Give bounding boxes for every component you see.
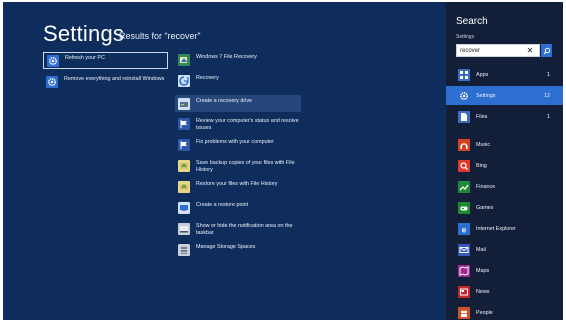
news-icon: [458, 285, 470, 298]
file-history-icon: [178, 181, 190, 193]
result-recovery[interactable]: Recovery: [178, 75, 298, 89]
result-manage-storage-spaces[interactable]: Manage Storage Spaces: [178, 244, 300, 258]
action-center-flag-icon: [178, 139, 190, 151]
taskbar-icon: [178, 223, 190, 235]
finance-icon: [458, 180, 470, 193]
result-label: Review your computer's status and resolv…: [196, 118, 299, 131]
scope-label: News: [476, 288, 490, 295]
scope-label: People: [476, 309, 493, 316]
screen: Settings Results for “recover” Refresh y…: [3, 2, 563, 320]
result-label: Refresh your PC: [65, 55, 105, 61]
scope-bing[interactable]: Bing: [446, 156, 563, 175]
scope-label: Files: [476, 113, 488, 120]
result-label: Create a recovery drive: [196, 98, 253, 104]
bing-icon: [458, 159, 470, 172]
result-label: Manage Storage Spaces: [196, 244, 256, 250]
recovery-drive-icon: [178, 98, 190, 110]
result-notification-area[interactable]: Show or hide the notification area on th…: [178, 223, 302, 241]
result-label: Remove everything and reinstall Windows: [64, 76, 165, 82]
scope-news[interactable]: News: [446, 282, 563, 301]
scope-label: Finance: [476, 183, 496, 190]
file-recovery-icon: [178, 54, 190, 66]
result-refresh-pc[interactable]: Refresh your PC: [43, 52, 168, 69]
result-label: Windows 7 File Recovery: [196, 54, 257, 60]
scope-games[interactable]: Games: [446, 198, 563, 217]
result-windows7-file-recovery[interactable]: Windows 7 File Recovery: [178, 54, 298, 68]
search-button[interactable]: [541, 44, 552, 57]
music-icon: [458, 138, 470, 151]
search-results-area: Settings Results for “recover” Refresh y…: [3, 2, 443, 320]
search-pane-title: Search: [456, 16, 488, 27]
files-icon: [458, 110, 470, 123]
result-fix-problems[interactable]: Fix problems with your computer: [178, 139, 300, 153]
file-history-icon: [178, 160, 190, 172]
scope-apps[interactable]: Apps 1: [446, 65, 563, 84]
search-input[interactable]: [460, 46, 522, 56]
scope-label: Internet Explorer: [476, 225, 516, 232]
scope-music[interactable]: Music: [446, 135, 563, 154]
search-charm-pane: Search Settings ✕ Apps 1 Settings 12: [446, 2, 563, 320]
scope-label: Bing: [476, 162, 487, 169]
scope-people[interactable]: People: [446, 303, 563, 320]
result-restore-files[interactable]: Restore your files with File History: [178, 181, 300, 195]
result-label: Save backup copies of your files with Fi…: [196, 160, 295, 173]
result-label: Create a restore point: [196, 202, 249, 208]
scope-maps[interactable]: Maps: [446, 261, 563, 280]
scope-finance[interactable]: Finance: [446, 177, 563, 196]
scope-label: Games: [476, 204, 494, 211]
apps-icon: [458, 68, 470, 81]
maps-icon: [458, 264, 470, 277]
system-protection-icon: [178, 202, 190, 214]
recovery-icon: [178, 75, 190, 87]
scope-label: Settings: [476, 92, 496, 99]
result-label: Fix problems with your computer: [196, 139, 274, 145]
search-scope-label: Settings: [456, 34, 475, 40]
scope-label: Maps: [476, 267, 490, 274]
action-center-flag-icon: [178, 118, 190, 130]
scope-count: 1: [547, 71, 550, 78]
result-remove-everything[interactable]: Remove everything and reinstall Windows: [46, 76, 171, 90]
scope-settings[interactable]: Settings 12: [446, 86, 563, 105]
storage-spaces-icon: [178, 244, 190, 256]
result-save-backup-copies[interactable]: Save backup copies of your files with Fi…: [178, 160, 300, 178]
svg-text:e: e: [462, 225, 467, 234]
gear-icon: [458, 89, 470, 102]
clear-search-button[interactable]: ✕: [526, 45, 534, 56]
page-title: Settings: [43, 21, 125, 46]
scope-label: Music: [476, 141, 491, 148]
result-label: Recovery: [196, 75, 219, 81]
scope-count: 12: [544, 92, 550, 99]
result-label: Restore your files with File History: [196, 181, 278, 187]
search-box[interactable]: ✕: [456, 44, 540, 57]
results-for-label: Results for “recover”: [119, 31, 201, 41]
result-create-recovery-drive[interactable]: Create a recovery drive: [175, 95, 301, 112]
people-icon: [458, 306, 470, 319]
scope-label: Mail: [476, 246, 486, 253]
internet-explorer-icon: e: [458, 222, 470, 235]
scope-mail[interactable]: Mail: [446, 240, 563, 259]
mail-icon: [458, 243, 470, 256]
scope-files[interactable]: Files 1: [446, 107, 563, 126]
result-label: Show or hide the notification area on th…: [196, 223, 293, 236]
scope-count: 1: [547, 113, 550, 120]
gear-icon: [46, 76, 58, 88]
result-create-restore-point[interactable]: Create a restore point: [178, 202, 300, 216]
result-review-status[interactable]: Review your computer's status and resolv…: [178, 118, 300, 136]
games-icon: [458, 201, 470, 214]
scope-label: Apps: [476, 71, 489, 78]
search-icon: [543, 47, 550, 54]
gear-icon: [47, 55, 59, 67]
scope-internet-explorer[interactable]: e Internet Explorer: [446, 219, 563, 238]
